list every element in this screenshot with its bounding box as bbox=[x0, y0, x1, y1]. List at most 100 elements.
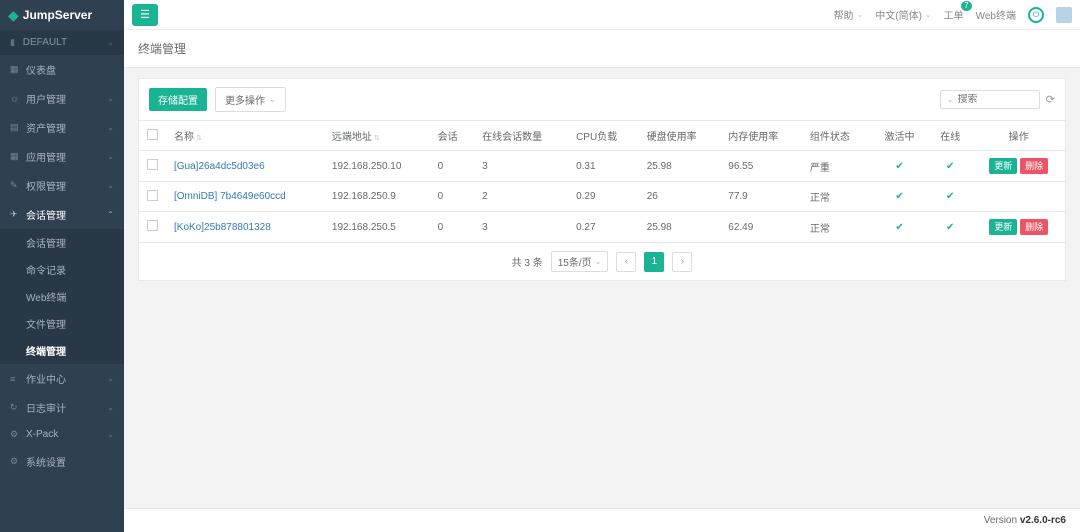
nav-sessions[interactable]: ✈会话管理⌃ bbox=[0, 200, 124, 229]
check-icon: ✔ bbox=[946, 161, 954, 172]
search-input-wrapper[interactable]: ⌄ bbox=[940, 90, 1040, 109]
content: 存储配置 更多操作⌄ ⌄ ⟳ 名 bbox=[124, 68, 1080, 508]
chevron-down-icon: ⌄ bbox=[925, 10, 932, 19]
cell-sessions: 0 bbox=[430, 182, 475, 212]
nav-sessions-submenu: 会话管理 命令记录 Web终端 文件管理 终端管理 bbox=[0, 229, 124, 364]
col-online: 在线 bbox=[928, 121, 973, 151]
cell-disk: 25.98 bbox=[639, 212, 721, 243]
assets-icon: ▤ bbox=[10, 122, 20, 133]
cell-online-sessions: 3 bbox=[474, 212, 568, 243]
col-name[interactable]: 名称⇅ bbox=[166, 121, 324, 151]
cell-component: 严重 bbox=[802, 151, 871, 182]
cell-memory: 77.9 bbox=[720, 182, 802, 212]
help-dropdown[interactable]: 帮助⌄ bbox=[834, 7, 864, 22]
chevron-down-icon: ⌄ bbox=[107, 123, 114, 132]
toggle-sidebar-button[interactable]: ☰ bbox=[132, 4, 158, 26]
pagination-total: 共 3 条 bbox=[512, 254, 543, 269]
next-page-button[interactable]: › bbox=[672, 252, 692, 272]
table-row: [OmniDB] 7b4649e60ccd 192.168.250.9 0 2 … bbox=[139, 182, 1065, 212]
col-active: 激活中 bbox=[871, 121, 928, 151]
footer: Version v2.6.0-rc6 bbox=[124, 508, 1080, 532]
check-icon: ✔ bbox=[946, 191, 954, 202]
nav-audit[interactable]: ↻日志审计⌄ bbox=[0, 393, 124, 422]
cell-online-sessions: 3 bbox=[474, 151, 568, 182]
permissions-icon: ✎ bbox=[10, 180, 20, 191]
nav-xpack[interactable]: ⚙X-Pack⌄ bbox=[0, 422, 124, 447]
terminal-name-link[interactable]: [KoKo]25b878801328 bbox=[174, 222, 271, 233]
sub-web-terminal[interactable]: Web终端 bbox=[0, 283, 124, 310]
power-icon: ⏻ bbox=[1028, 7, 1044, 23]
nav-permissions[interactable]: ✎权限管理⌄ bbox=[0, 171, 124, 200]
col-memory: 内存使用率 bbox=[720, 121, 802, 151]
lang-dropdown[interactable]: 中文(简体)⌄ bbox=[875, 7, 931, 22]
nav-users[interactable]: ☺用户管理⌄ bbox=[0, 84, 124, 113]
prev-page-button[interactable]: ‹ bbox=[616, 252, 636, 272]
audit-icon: ↻ bbox=[10, 402, 20, 413]
power-button[interactable]: ⏻ bbox=[1028, 7, 1044, 23]
chevron-down-icon: ⌄ bbox=[107, 38, 114, 47]
topbar: ☰ 帮助⌄ 中文(简体)⌄ 工单7 Web终端 ⏻ bbox=[124, 0, 1080, 30]
ticket-link[interactable]: 工单7 bbox=[944, 7, 964, 22]
cell-memory: 96.55 bbox=[720, 151, 802, 182]
terminal-name-link[interactable]: [OmniDB] 7b4649e60ccd bbox=[174, 191, 286, 202]
chevron-down-icon: ⌄ bbox=[107, 403, 114, 412]
sub-session-manage[interactable]: 会话管理 bbox=[0, 229, 124, 256]
storage-config-button[interactable]: 存储配置 bbox=[149, 88, 207, 111]
sessions-icon: ✈ bbox=[10, 209, 20, 220]
version-text: v2.6.0-rc6 bbox=[1020, 515, 1066, 526]
chevron-down-icon: ⌄ bbox=[107, 374, 114, 383]
page-header: 终端管理 bbox=[124, 30, 1080, 68]
delete-button[interactable]: 删除 bbox=[1020, 158, 1048, 174]
cell-component: 正常 bbox=[802, 212, 871, 243]
jobs-icon: ≡ bbox=[10, 374, 20, 384]
sub-terminal-manage[interactable]: 终端管理 bbox=[0, 337, 124, 364]
nav-applications[interactable]: ▦应用管理⌄ bbox=[0, 142, 124, 171]
check-icon: ✔ bbox=[895, 222, 903, 233]
table-toolbar: 存储配置 更多操作⌄ ⌄ ⟳ bbox=[139, 79, 1065, 121]
logo-text: JumpServer bbox=[23, 8, 92, 22]
page-size-select[interactable]: 15条/页⌄ bbox=[551, 251, 609, 272]
row-checkbox[interactable] bbox=[147, 220, 158, 231]
delete-button[interactable]: 删除 bbox=[1020, 219, 1048, 235]
main-area: ☰ 帮助⌄ 中文(简体)⌄ 工单7 Web终端 ⏻ 终端管理 存储配置 更多操作… bbox=[124, 0, 1080, 532]
sub-command-log[interactable]: 命令记录 bbox=[0, 256, 124, 283]
bookmark-icon: ▮ bbox=[10, 37, 20, 48]
terminal-table: 名称⇅ 远端地址⇅ 会话 在线会话数量 CPU负载 硬盘使用率 内存使用率 组件… bbox=[139, 121, 1065, 243]
nav-jobs[interactable]: ≡作业中心⌄ bbox=[0, 364, 124, 393]
chevron-down-icon: ⌄ bbox=[107, 94, 114, 103]
more-actions-button[interactable]: 更多操作⌄ bbox=[215, 87, 286, 112]
cell-remote-addr: 192.168.250.9 bbox=[324, 182, 430, 212]
row-checkbox[interactable] bbox=[147, 190, 158, 201]
terminal-name-link[interactable]: [Gua]26a4dc5d03e6 bbox=[174, 161, 265, 172]
chevron-down-icon: ⌄ bbox=[947, 95, 954, 104]
sub-file-manage[interactable]: 文件管理 bbox=[0, 310, 124, 337]
row-checkbox[interactable] bbox=[147, 159, 158, 170]
cell-sessions: 0 bbox=[430, 151, 475, 182]
chevron-down-icon: ⌄ bbox=[269, 95, 276, 104]
update-button[interactable]: 更新 bbox=[989, 219, 1017, 235]
nav-settings[interactable]: ⚙系统设置 bbox=[0, 447, 124, 476]
col-component: 组件状态 bbox=[802, 121, 871, 151]
web-terminal-link[interactable]: Web终端 bbox=[976, 7, 1016, 22]
dashboard-icon: ▦ bbox=[10, 64, 20, 75]
chevron-down-icon: ⌄ bbox=[857, 10, 864, 19]
update-button[interactable]: 更新 bbox=[989, 158, 1017, 174]
nav-assets[interactable]: ▤资产管理⌄ bbox=[0, 113, 124, 142]
org-selector[interactable]: ▮ DEFAULT ⌄ bbox=[0, 30, 124, 55]
user-avatar[interactable] bbox=[1056, 7, 1072, 23]
check-icon: ✔ bbox=[895, 161, 903, 172]
chevron-down-icon: ⌄ bbox=[595, 257, 602, 266]
page-1-button[interactable]: 1 bbox=[644, 252, 664, 272]
col-cpu: CPU负载 bbox=[568, 121, 639, 151]
search-input[interactable] bbox=[957, 94, 1032, 105]
ticket-count-badge: 7 bbox=[961, 1, 971, 11]
col-disk: 硬盘使用率 bbox=[639, 121, 721, 151]
refresh-button[interactable]: ⟳ bbox=[1046, 93, 1055, 106]
select-all-checkbox[interactable] bbox=[147, 129, 158, 140]
logo-icon: ◆ bbox=[8, 7, 19, 24]
table-card: 存储配置 更多操作⌄ ⌄ ⟳ 名 bbox=[138, 78, 1066, 281]
check-icon: ✔ bbox=[946, 222, 954, 233]
cell-component: 正常 bbox=[802, 182, 871, 212]
nav-dashboard[interactable]: ▦仪表盘 bbox=[0, 55, 124, 84]
col-remote-addr[interactable]: 远端地址⇅ bbox=[324, 121, 430, 151]
